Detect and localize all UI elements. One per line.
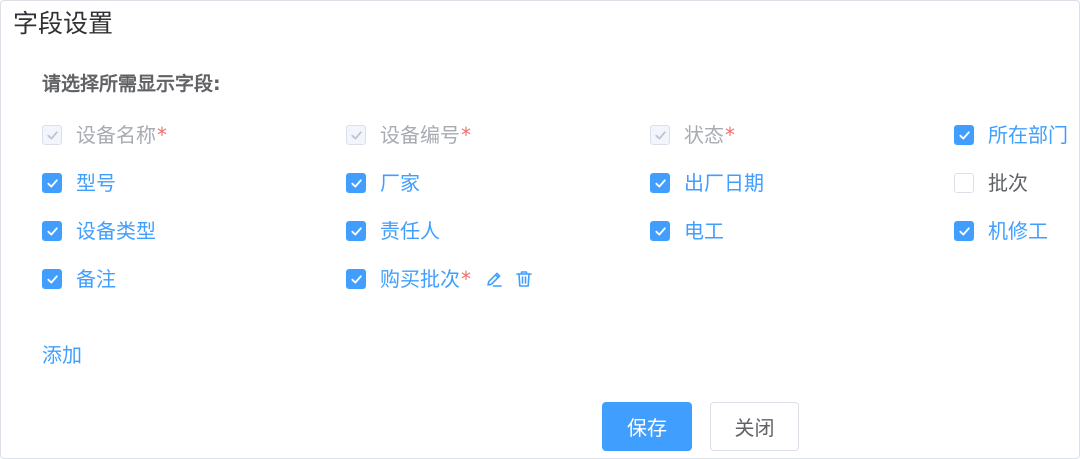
field-checkbox-status[interactable]: 状态* xyxy=(650,122,735,148)
checkbox-box[interactable] xyxy=(346,269,366,289)
checkmark-icon xyxy=(46,226,58,235)
checkmark-icon xyxy=(654,226,666,235)
field-label: 机修工 xyxy=(988,219,1048,243)
checkbox-box[interactable] xyxy=(650,125,670,145)
checkmark-icon xyxy=(46,274,58,283)
field-checkbox-model[interactable]: 型号 xyxy=(42,170,117,196)
field-checkbox-mechanic[interactable]: 机修工 xyxy=(954,218,1049,244)
checkmark-icon xyxy=(350,178,362,187)
field-label: 批次 xyxy=(988,171,1028,195)
required-mark: * xyxy=(725,123,735,147)
checkbox-box[interactable] xyxy=(346,173,366,193)
checkmark-icon xyxy=(46,130,58,139)
add-field-link[interactable]: 添加 xyxy=(42,342,82,368)
pencil-icon xyxy=(487,272,502,287)
checkbox-box[interactable] xyxy=(650,221,670,241)
field-checkbox-electrician[interactable]: 电工 xyxy=(650,218,725,244)
close-button[interactable]: 关闭 xyxy=(710,402,799,451)
checkbox-box[interactable] xyxy=(42,173,62,193)
checkmark-icon xyxy=(958,226,970,235)
trash-icon xyxy=(516,271,532,287)
checkmark-icon xyxy=(350,226,362,235)
field-checkbox-responsible-person[interactable]: 责任人 xyxy=(346,218,441,244)
checkbox-box[interactable] xyxy=(42,269,62,289)
field-label: 设备编号* xyxy=(380,123,471,147)
checkmark-icon xyxy=(654,130,666,139)
checkbox-box[interactable] xyxy=(346,125,366,145)
field-checkbox-remarks[interactable]: 备注 xyxy=(42,266,117,292)
field-tools xyxy=(483,268,535,290)
save-button[interactable]: 保存 xyxy=(602,402,692,451)
field-checkbox-device-number[interactable]: 设备编号* xyxy=(346,122,471,148)
field-checkbox-purchase-batch[interactable]: 购买批次* xyxy=(346,266,535,292)
field-label: 备注 xyxy=(76,267,116,291)
field-checkbox-production-date[interactable]: 出厂日期 xyxy=(650,170,765,196)
required-mark: * xyxy=(157,123,167,147)
checkmark-icon xyxy=(350,130,362,139)
field-label: 设备名称* xyxy=(76,123,167,147)
section-label: 请选择所需显示字段: xyxy=(42,73,221,95)
checkmark-icon xyxy=(350,274,362,283)
checkbox-box[interactable] xyxy=(954,125,974,145)
field-checkbox-device-type[interactable]: 设备类型 xyxy=(42,218,157,244)
checkbox-box[interactable] xyxy=(650,173,670,193)
checkbox-box[interactable] xyxy=(42,221,62,241)
field-label: 电工 xyxy=(684,219,724,243)
checkmark-icon xyxy=(654,178,666,187)
field-settings-dialog: 字段设置 请选择所需显示字段: 设备名称* 设备编号* 状态* 所在部门 型号 … xyxy=(0,0,1080,459)
checkbox-box[interactable] xyxy=(42,125,62,145)
field-checkbox-device-name[interactable]: 设备名称* xyxy=(42,122,167,148)
field-checkbox-manufacturer[interactable]: 厂家 xyxy=(346,170,421,196)
checkbox-box[interactable] xyxy=(954,221,974,241)
checkmark-icon xyxy=(958,130,970,139)
field-label: 厂家 xyxy=(380,171,420,195)
required-mark: * xyxy=(461,267,471,291)
field-checkbox-batch[interactable]: 批次 xyxy=(954,170,1029,196)
checkbox-box[interactable] xyxy=(954,173,974,193)
delete-field-button[interactable] xyxy=(513,268,535,290)
field-label: 责任人 xyxy=(380,219,440,243)
field-label: 出厂日期 xyxy=(684,171,764,195)
field-label: 状态* xyxy=(684,123,735,147)
field-checkbox-department[interactable]: 所在部门 xyxy=(954,122,1069,148)
checkbox-box[interactable] xyxy=(346,221,366,241)
required-mark: * xyxy=(461,123,471,147)
field-label: 设备类型 xyxy=(76,219,156,243)
field-label: 购买批次* xyxy=(380,267,471,291)
dialog-title: 字段设置 xyxy=(13,9,114,38)
field-label: 所在部门 xyxy=(988,123,1068,147)
checkmark-icon xyxy=(46,178,58,187)
field-label: 型号 xyxy=(76,171,116,195)
edit-field-button[interactable] xyxy=(483,268,505,290)
